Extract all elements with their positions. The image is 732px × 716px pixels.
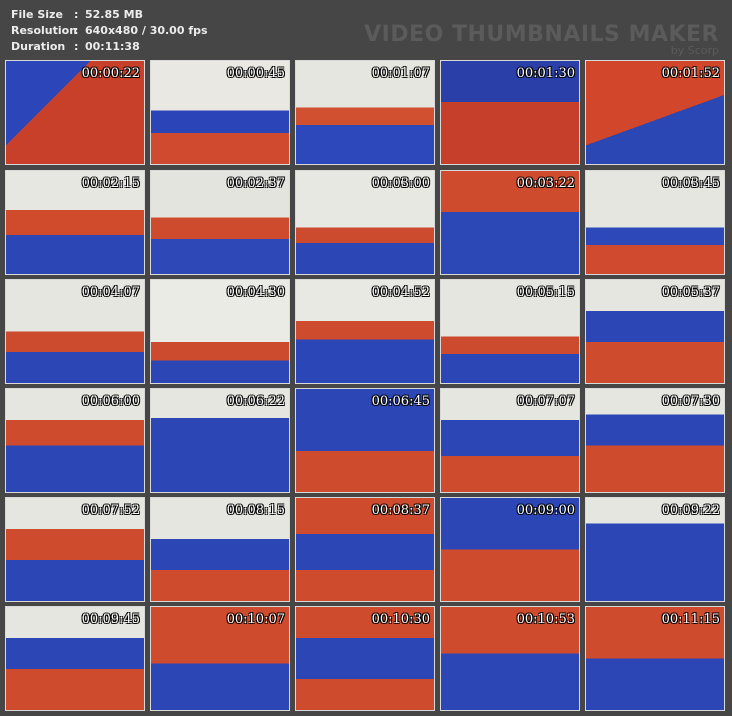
video-thumbnail: 00:00:22 xyxy=(5,60,145,165)
thumbnail-timestamp: 00:00:22 xyxy=(81,66,140,81)
video-thumbnail: 00:06:45 xyxy=(295,388,435,493)
thumbnail-timestamp: 00:05:37 xyxy=(661,285,720,300)
thumbnail-timestamp: 00:06:45 xyxy=(371,394,430,409)
video-thumbnail: 00:02:37 xyxy=(150,170,290,275)
thumbnail-timestamp: 00:04:30 xyxy=(226,285,285,300)
thumbnail-timestamp: 00:07:52 xyxy=(81,503,140,518)
file-size-label: File Size xyxy=(11,8,63,21)
video-thumbnail: 00:07:07 xyxy=(440,388,580,493)
video-thumbnail: 00:03:22 xyxy=(440,170,580,275)
video-thumbnail: 00:06:00 xyxy=(5,388,145,493)
thumbnail-timestamp: 00:02:15 xyxy=(81,176,140,191)
video-thumbnail: 00:09:00 xyxy=(440,497,580,602)
video-thumbnail: 00:08:37 xyxy=(295,497,435,602)
thumbnail-timestamp: 00:09:45 xyxy=(81,612,140,627)
video-thumbnail: 00:09:22 xyxy=(585,497,725,602)
thumbnail-timestamp: 00:11:15 xyxy=(661,612,720,627)
video-thumbnail: 00:10:30 xyxy=(295,606,435,711)
thumbnail-timestamp: 00:02:37 xyxy=(226,176,285,191)
video-thumbnail: 00:02:15 xyxy=(5,170,145,275)
thumbnail-timestamp: 00:06:22 xyxy=(226,394,285,409)
thumbnail-timestamp: 00:09:00 xyxy=(516,503,575,518)
thumbnail-timestamp: 00:04:52 xyxy=(371,285,430,300)
file-size-value: 52.85 MB xyxy=(85,8,143,21)
separator-colon: : xyxy=(74,8,79,21)
thumbnail-timestamp: 00:00:45 xyxy=(226,66,285,81)
info-header: File Size : 52.85 MB Resolution : 640x48… xyxy=(0,0,732,58)
duration-value: 00:11:38 xyxy=(85,40,140,53)
video-thumbnail: 00:09:45 xyxy=(5,606,145,711)
separator-colon: : xyxy=(74,24,79,37)
video-thumbnail: 00:10:07 xyxy=(150,606,290,711)
video-thumbnail: 00:04:30 xyxy=(150,279,290,384)
watermark-subtitle: by Scorp xyxy=(670,44,719,57)
video-thumbnail: 00:05:37 xyxy=(585,279,725,384)
thumbnail-timestamp: 00:07:30 xyxy=(661,394,720,409)
video-thumbnail: 00:03:45 xyxy=(585,170,725,275)
thumbnail-timestamp: 00:03:22 xyxy=(516,176,575,191)
video-thumbnail: 00:11:15 xyxy=(585,606,725,711)
thumbnail-timestamp: 00:10:07 xyxy=(226,612,285,627)
video-thumbnail: 00:04:52 xyxy=(295,279,435,384)
video-thumbnail: 00:03:00 xyxy=(295,170,435,275)
video-thumbnail: 00:07:30 xyxy=(585,388,725,493)
video-thumbnail: 00:05:15 xyxy=(440,279,580,384)
separator-colon: : xyxy=(74,40,79,53)
thumbnail-timestamp: 00:09:22 xyxy=(661,503,720,518)
thumbnail-grid: 00:00:22 00:00:45 00:01:07 00:01:30 00:01:52… xyxy=(5,60,728,714)
thumbnail-timestamp: 00:01:07 xyxy=(371,66,430,81)
duration-label: Duration xyxy=(11,40,66,53)
video-thumbnail: 00:00:45 xyxy=(150,60,290,165)
thumbnail-timestamp: 00:06:00 xyxy=(81,394,140,409)
thumbnail-timestamp: 00:08:15 xyxy=(226,503,285,518)
video-thumbnail: 00:06:22 xyxy=(150,388,290,493)
video-thumbnail: 00:01:52 xyxy=(585,60,725,165)
thumbnail-timestamp: 00:03:45 xyxy=(661,176,720,191)
video-thumbnail: 00:07:52 xyxy=(5,497,145,602)
video-thumbnail: 00:01:07 xyxy=(295,60,435,165)
thumbnail-timestamp: 00:10:53 xyxy=(516,612,575,627)
resolution-value: 640x480 / 30.00 fps xyxy=(85,24,208,37)
thumbnail-timestamp: 00:01:30 xyxy=(516,66,575,81)
thumbnail-timestamp: 00:08:37 xyxy=(371,503,430,518)
video-thumbnail: 00:08:15 xyxy=(150,497,290,602)
thumbnail-timestamp: 00:04:07 xyxy=(81,285,140,300)
thumbnail-timestamp: 00:10:30 xyxy=(371,612,430,627)
resolution-label: Resolution xyxy=(11,24,78,37)
video-thumbnail: 00:01:30 xyxy=(440,60,580,165)
video-thumbnail: 00:04:07 xyxy=(5,279,145,384)
video-thumbnail: 00:10:53 xyxy=(440,606,580,711)
thumbnail-timestamp: 00:03:00 xyxy=(371,176,430,191)
thumbnail-timestamp: 00:07:07 xyxy=(516,394,575,409)
watermark-title: VIDEO THUMBNAILS MAKER xyxy=(364,22,719,47)
thumbnail-timestamp: 00:01:52 xyxy=(661,66,720,81)
thumbnail-timestamp: 00:05:15 xyxy=(516,285,575,300)
